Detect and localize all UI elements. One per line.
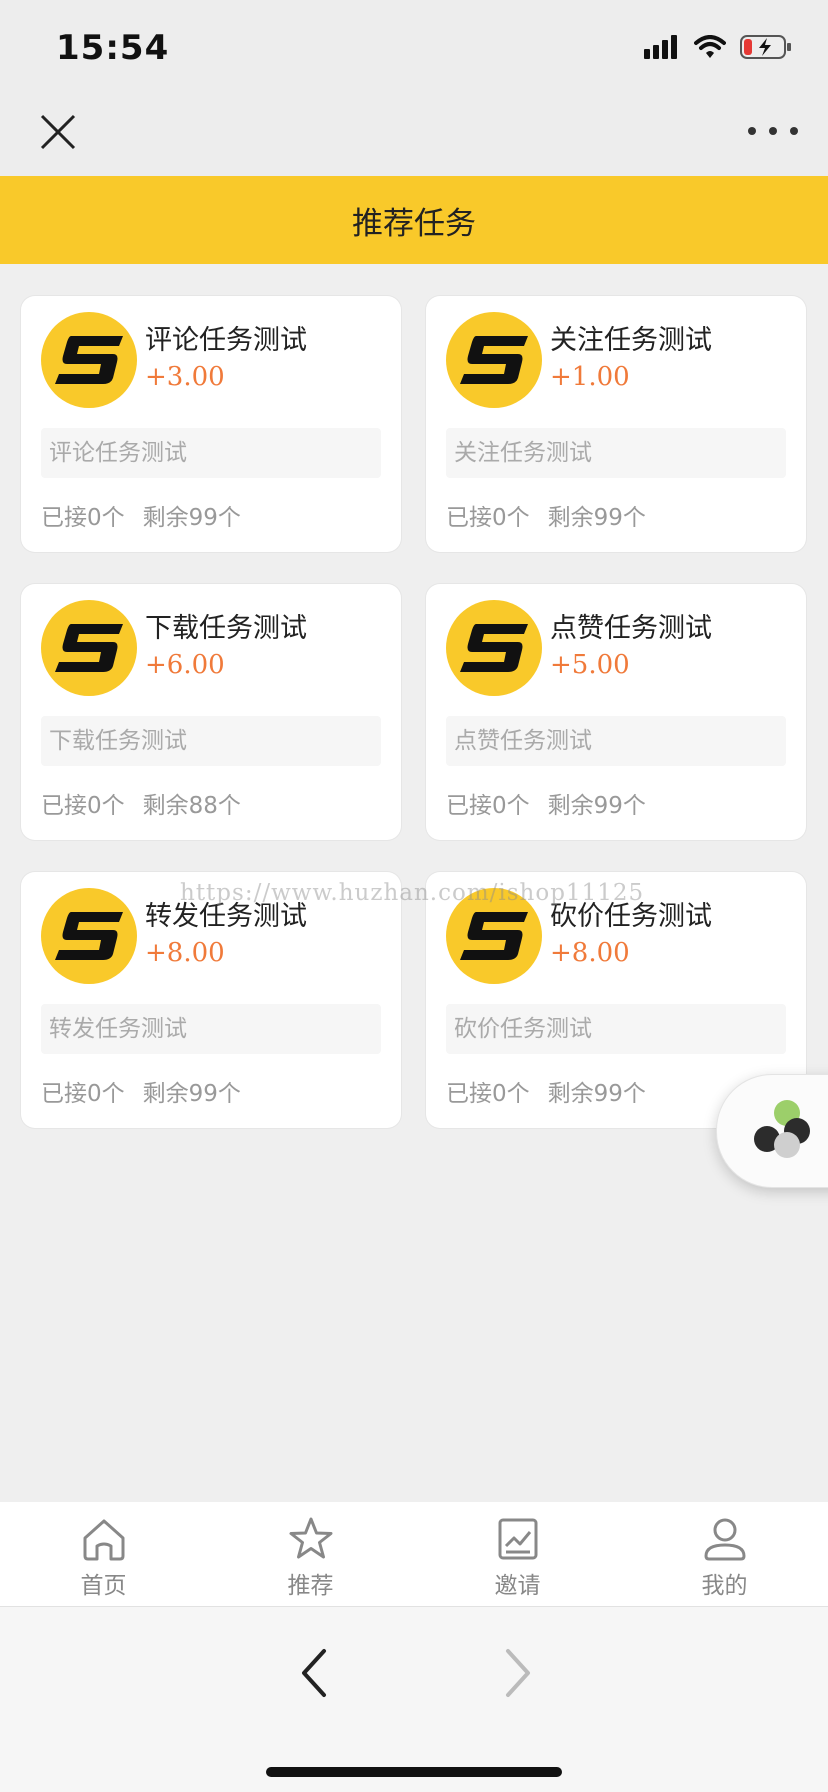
task-reward: +3.00 (145, 362, 225, 392)
more-menu-button[interactable] (748, 116, 798, 146)
back-arrow-icon[interactable] (294, 1643, 334, 1703)
status-time: 15:54 (56, 28, 170, 68)
s-logo-icon (55, 336, 123, 384)
tab-invite[interactable]: 邀请 (414, 1502, 621, 1606)
battery-icon (740, 35, 791, 59)
close-icon[interactable] (36, 110, 80, 154)
task-remaining-count: 剩余99个 (547, 1081, 646, 1107)
task-logo (446, 312, 542, 408)
wifi-icon (694, 35, 726, 58)
task-stats: 已接0个 剩余99个 (446, 786, 646, 820)
bottom-tab-bar: 首页 推荐 邀请 我的 (0, 1502, 828, 1607)
s-logo-icon (460, 912, 528, 960)
task-reward: +5.00 (550, 650, 630, 680)
task-reward: +8.00 (145, 938, 225, 968)
task-logo (41, 312, 137, 408)
task-taken-count: 已接0个 (446, 793, 530, 819)
tab-label: 我的 (701, 1573, 748, 1599)
task-card[interactable]: 评论任务测试 +3.00 评论任务测试 已接0个 剩余99个 (21, 296, 401, 552)
task-stats: 已接0个 剩余88个 (41, 786, 241, 820)
more-dot (769, 127, 777, 135)
task-reward: +6.00 (145, 650, 225, 680)
s-logo-icon (55, 624, 123, 672)
status-bar: 15:54 (0, 0, 828, 96)
tab-label: 首页 (80, 1573, 127, 1599)
task-description: 转发任务测试 (41, 1004, 381, 1054)
tab-label: 推荐 (287, 1573, 334, 1599)
task-taken-count: 已接0个 (41, 505, 125, 531)
tab-label: 邀请 (494, 1573, 541, 1599)
task-description: 下载任务测试 (41, 716, 381, 766)
task-card[interactable]: 点赞任务测试 +5.00 点赞任务测试 已接0个 剩余99个 (426, 584, 806, 840)
task-description: 关注任务测试 (446, 428, 786, 478)
floating-window-button[interactable] (716, 1074, 828, 1188)
task-description: 点赞任务测试 (446, 716, 786, 766)
star-icon (289, 1517, 333, 1559)
task-stats: 已接0个 剩余99个 (446, 1074, 646, 1108)
browser-toolbar (0, 1607, 828, 1792)
task-title: 下载任务测试 (145, 613, 307, 644)
task-remaining-count: 剩余99个 (547, 505, 646, 531)
task-taken-count: 已接0个 (41, 1081, 125, 1107)
s-logo-icon (460, 624, 528, 672)
task-remaining-count: 剩余99个 (547, 793, 646, 819)
page-title: 推荐任务 (352, 205, 476, 242)
home-icon (83, 1519, 125, 1561)
forward-arrow-icon[interactable] (498, 1643, 538, 1703)
task-taken-count: 已接0个 (41, 793, 125, 819)
tab-recommend[interactable]: 推荐 (207, 1502, 414, 1606)
task-stats: 已接0个 剩余99个 (41, 1074, 241, 1108)
task-reward: +8.00 (550, 938, 630, 968)
task-remaining-count: 剩余99个 (142, 1081, 241, 1107)
task-title: 点赞任务测试 (550, 613, 712, 644)
task-logo (41, 600, 137, 696)
task-description: 砍价任务测试 (446, 1004, 786, 1054)
task-logo (41, 888, 137, 984)
floating-window-icon (754, 1100, 810, 1158)
task-logo (446, 600, 542, 696)
page-header: 推荐任务 (0, 176, 828, 264)
nav-bar (0, 96, 828, 176)
signal-icon (644, 35, 677, 59)
tab-home[interactable]: 首页 (0, 1502, 207, 1606)
task-description: 评论任务测试 (41, 428, 381, 478)
watermark: https://www.huzhan.com/ishop11125 (180, 880, 645, 906)
s-logo-icon (460, 336, 528, 384)
task-stats: 已接0个 剩余99个 (446, 498, 646, 532)
task-card[interactable]: 转发任务测试 +8.00 转发任务测试 已接0个 剩余99个 (21, 872, 401, 1128)
task-stats: 已接0个 剩余99个 (41, 498, 241, 532)
task-remaining-count: 剩余88个 (142, 793, 241, 819)
task-remaining-count: 剩余99个 (142, 505, 241, 531)
more-dot (748, 127, 756, 135)
task-reward: +1.00 (550, 362, 630, 392)
task-title: 评论任务测试 (145, 325, 307, 356)
task-taken-count: 已接0个 (446, 505, 530, 531)
more-dot (790, 127, 798, 135)
tab-mine[interactable]: 我的 (621, 1502, 828, 1606)
task-taken-count: 已接0个 (446, 1081, 530, 1107)
task-card[interactable]: 下载任务测试 +6.00 下载任务测试 已接0个 剩余88个 (21, 584, 401, 840)
home-indicator (266, 1767, 562, 1777)
status-icons (644, 34, 792, 60)
task-title: 关注任务测试 (550, 325, 712, 356)
user-icon (704, 1518, 746, 1561)
s-logo-icon (55, 912, 123, 960)
invite-icon (498, 1518, 538, 1560)
task-card[interactable]: 关注任务测试 +1.00 关注任务测试 已接0个 剩余99个 (426, 296, 806, 552)
